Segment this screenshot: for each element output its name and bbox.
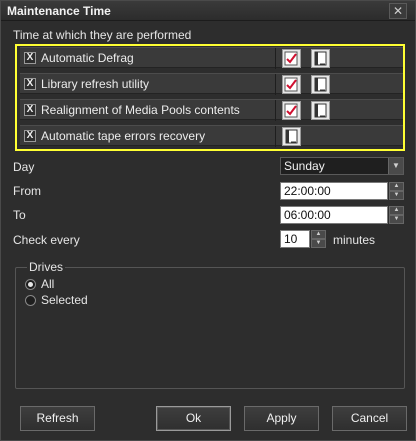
drives-selected-radio[interactable] (25, 295, 36, 306)
spin-up-icon[interactable]: ▲ (389, 182, 404, 191)
task-label: Automatic tape errors recovery (41, 129, 206, 143)
tape-errors-recovery-checkbox[interactable]: X (24, 130, 36, 142)
divider (275, 126, 276, 147)
drives-all-label: All (41, 277, 55, 291)
from-label: From (13, 184, 41, 198)
calendar-check-icon[interactable] (282, 101, 301, 120)
task-label: Automatic Defrag (41, 51, 134, 65)
maintenance-time-dialog: Maintenance Time ✕ Time at which they ar… (0, 0, 416, 441)
to-label: To (13, 208, 26, 222)
drives-all-radio[interactable] (25, 279, 36, 290)
drives-group (15, 267, 405, 389)
divider (275, 100, 276, 121)
day-select[interactable]: Sunday ▼ (280, 157, 404, 175)
library-refresh-checkbox[interactable]: X (24, 78, 36, 90)
minutes-unit-label: minutes (333, 233, 376, 247)
task-row-library-refresh: X Library refresh utility (20, 73, 403, 95)
calendar-check-icon[interactable] (282, 75, 301, 94)
spin-down-icon[interactable]: ▼ (311, 239, 326, 248)
from-time-input[interactable]: 22:00:00 (280, 182, 388, 200)
dialog-title: Maintenance Time (7, 4, 111, 18)
book-icon[interactable] (311, 75, 330, 94)
task-row-tape-errors-recovery: X Automatic tape errors recovery (20, 125, 403, 147)
close-icon: ✕ (392, 4, 404, 18)
book-icon[interactable] (311, 101, 330, 120)
task-row-automatic-defrag: X Automatic Defrag (20, 47, 403, 69)
day-value: Sunday (284, 159, 325, 173)
cancel-button[interactable]: Cancel (332, 406, 407, 431)
spin-down-icon[interactable]: ▼ (389, 191, 404, 200)
spin-up-icon[interactable]: ▲ (311, 230, 326, 239)
realignment-checkbox[interactable]: X (24, 104, 36, 116)
from-spinner[interactable]: ▲ ▼ (389, 182, 404, 200)
ok-button[interactable]: Ok (156, 406, 231, 431)
spin-up-icon[interactable]: ▲ (389, 206, 404, 215)
check-every-spinner[interactable]: ▲ ▼ (311, 230, 326, 248)
task-label: Library refresh utility (41, 77, 150, 91)
task-label: Realignment of Media Pools contents (41, 103, 240, 117)
task-row-realignment: X Realignment of Media Pools contents (20, 99, 403, 121)
title-bar: Maintenance Time ✕ (1, 1, 415, 21)
to-spinner[interactable]: ▲ ▼ (389, 206, 404, 224)
apply-button[interactable]: Apply (244, 406, 319, 431)
book-icon[interactable] (311, 49, 330, 68)
automatic-defrag-checkbox[interactable]: X (24, 52, 36, 64)
close-button[interactable]: ✕ (389, 3, 407, 19)
calendar-check-icon[interactable] (282, 49, 301, 68)
drives-selected-label: Selected (41, 293, 88, 307)
divider (275, 74, 276, 95)
drives-legend: Drives (27, 260, 66, 274)
check-every-input[interactable]: 10 (280, 230, 310, 248)
chevron-down-icon[interactable]: ▼ (388, 158, 403, 174)
section-label: Time at which they are performed (13, 28, 192, 42)
day-label: Day (13, 160, 35, 174)
spin-down-icon[interactable]: ▼ (389, 215, 404, 224)
refresh-button[interactable]: Refresh (20, 406, 95, 431)
divider (275, 48, 276, 69)
to-time-input[interactable]: 06:00:00 (280, 206, 388, 224)
book-icon[interactable] (282, 127, 301, 146)
check-every-label: Check every (13, 233, 80, 247)
